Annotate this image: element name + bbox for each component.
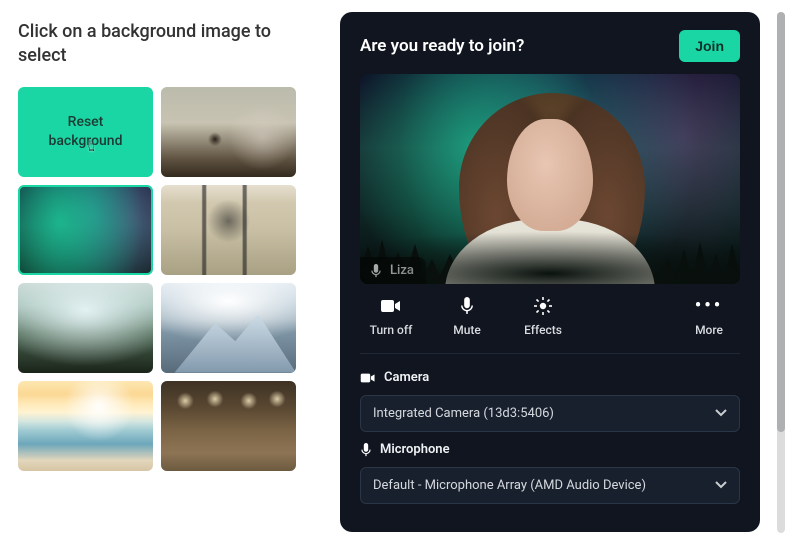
device-settings: Camera Integrated Camera (13d3:5406) Mic… <box>360 353 740 504</box>
background-tile-outdoor-chairs[interactable] <box>161 185 296 275</box>
mic-icon <box>460 296 474 316</box>
more-label: More <box>695 323 723 337</box>
mute-button[interactable]: Mute <box>442 296 492 337</box>
pointer-cursor-icon: 👆︎ <box>88 135 95 157</box>
join-panel-header: Are you ready to join? Join <box>360 30 740 62</box>
video-camera-icon <box>380 296 402 316</box>
effects-label: Effects <box>524 323 562 337</box>
mic-icon <box>360 443 372 457</box>
join-panel-title: Are you ready to join? <box>360 36 524 56</box>
join-preview-wrapper: Are you ready to join? Join Liza <box>330 0 787 543</box>
join-panel: Are you ready to join? Join Liza <box>340 12 760 532</box>
user-avatar-preview <box>507 119 593 231</box>
background-selector-title: Click on a background image to select <box>18 20 312 69</box>
video-user-name: Liza <box>390 263 414 278</box>
background-selector-panel: Click on a background image to select Re… <box>0 0 330 543</box>
camera-select-value: Integrated Camera (13d3:5406) <box>373 406 554 421</box>
chevron-down-icon <box>715 406 727 421</box>
camera-section-label: Camera <box>360 370 740 385</box>
brightness-icon <box>533 296 553 316</box>
media-controls: Turn off Mute Effects ••• More <box>360 284 740 353</box>
reset-background-tile[interactable]: Reset background 👆︎ <box>18 87 153 177</box>
turn-off-video-button[interactable]: Turn off <box>366 296 416 337</box>
background-tile-beach-sunset[interactable] <box>18 381 153 471</box>
background-tile-mountain-valley[interactable] <box>18 283 153 373</box>
mic-icon <box>370 264 382 278</box>
background-grid: Reset background 👆︎ <box>18 87 312 471</box>
trees-silhouette-icon <box>360 224 740 284</box>
microphone-select-value: Default - Microphone Array (AMD Audio De… <box>373 478 646 493</box>
camera-select[interactable]: Integrated Camera (13d3:5406) <box>360 395 740 432</box>
video-preview: Liza <box>360 74 740 284</box>
reset-background-label: Reset background <box>48 113 122 151</box>
microphone-section-label: Microphone <box>360 442 740 457</box>
microphone-select[interactable]: Default - Microphone Array (AMD Audio De… <box>360 467 740 504</box>
effects-button[interactable]: Effects <box>518 296 568 337</box>
more-button[interactable]: ••• More <box>684 296 734 337</box>
background-tile-restaurant[interactable] <box>161 381 296 471</box>
background-tile-coffee-shop[interactable] <box>161 87 296 177</box>
join-button[interactable]: Join <box>679 30 740 62</box>
chevron-down-icon <box>715 478 727 493</box>
scrollbar[interactable] <box>777 12 785 533</box>
ellipsis-icon: ••• <box>695 296 723 316</box>
background-tile-aurora[interactable] <box>18 185 153 275</box>
turn-off-label: Turn off <box>370 323 413 337</box>
camera-label-text: Camera <box>384 370 429 385</box>
scrollbar-thumb[interactable] <box>777 12 785 432</box>
video-camera-icon <box>360 372 376 384</box>
microphone-label-text: Microphone <box>380 442 450 457</box>
background-tile-snow-mountain[interactable] <box>161 283 296 373</box>
mute-label: Mute <box>453 323 481 337</box>
video-name-tag: Liza <box>360 257 426 284</box>
